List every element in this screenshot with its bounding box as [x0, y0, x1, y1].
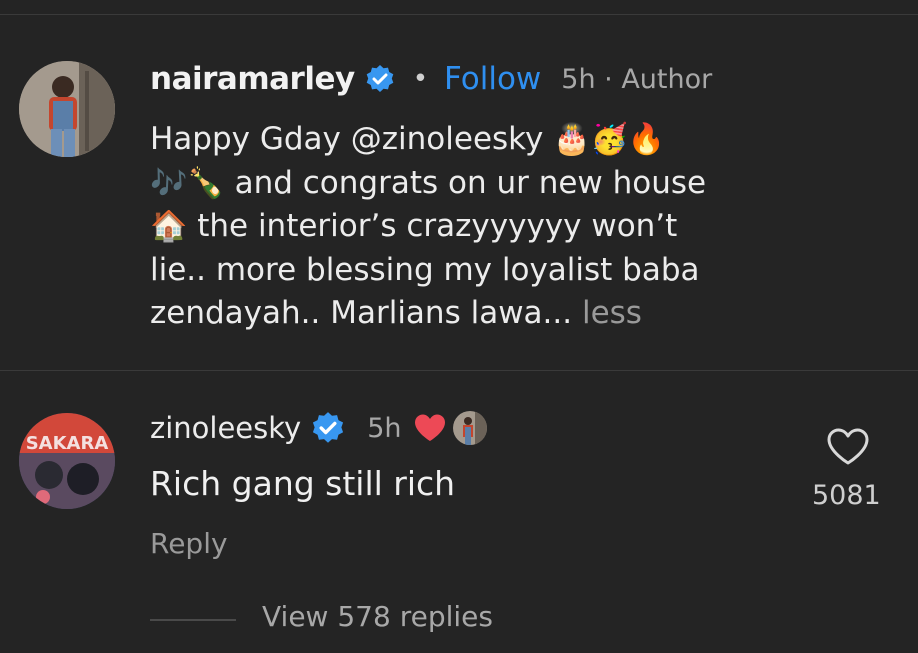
reply-username[interactable]: zinoleesky [150, 411, 301, 445]
separator-dot: • [412, 64, 429, 94]
caption-text: the interior’s crazyyyyyy won’t [187, 208, 678, 244]
follow-button[interactable]: Follow [444, 61, 541, 97]
top-divider [0, 14, 918, 15]
house-emoji: 🏠 [150, 209, 188, 244]
caption-line: zendayah.. Marlians lawa... less [150, 292, 790, 336]
author-avatar[interactable] [19, 61, 115, 157]
post-meta: 5h · Author [561, 63, 713, 95]
caption-line: Happy Gday @zinoleesky 🎂🥳🔥 [150, 118, 790, 162]
reply-text: Rich gang still rich [150, 464, 456, 503]
post-caption: Happy Gday @zinoleesky 🎂🥳🔥 🎶🍾 and congra… [150, 118, 790, 336]
less-link[interactable]: less [572, 295, 642, 331]
reply-header: zinoleesky 5h [150, 408, 488, 448]
caption-line: lie.. more blessing my loyalist baba [150, 249, 790, 293]
liked-by-author-avatar [453, 411, 488, 445]
reply-button[interactable]: Reply [150, 527, 228, 560]
reply-avatar[interactable]: SAKARA [19, 413, 115, 509]
like-count: 5081 [812, 480, 881, 511]
caption-text: Happy Gday @zinoleesky [150, 121, 554, 157]
caption-line: 🎶🍾 and congrats on ur new house [150, 162, 790, 206]
verified-badge-icon [311, 411, 345, 445]
avatar-label: SAKARA [26, 433, 109, 454]
heart-icon [413, 413, 447, 443]
emoji-group: 🎂🥳🔥 [553, 122, 666, 157]
author-header: nairamarley • Follow 5h · Author [150, 56, 712, 102]
section-divider [0, 370, 918, 371]
emoji-group: 🎶🍾 [150, 165, 225, 201]
verified-badge-icon [365, 64, 395, 94]
reply-time: 5h [367, 412, 402, 444]
heart-outline-icon[interactable] [826, 427, 870, 471]
caption-line: 🏠 the interior’s crazyyyyyy won’t [150, 205, 790, 249]
author-username[interactable]: nairamarley [150, 61, 355, 97]
caption-text: zendayah.. Marlians lawa... [150, 295, 573, 331]
caption-text: and congrats on ur new house [224, 164, 707, 201]
view-replies-line [150, 619, 236, 621]
caption-text: lie.. more blessing my loyalist baba [150, 251, 700, 288]
view-replies-button[interactable]: View 578 replies [262, 600, 493, 633]
